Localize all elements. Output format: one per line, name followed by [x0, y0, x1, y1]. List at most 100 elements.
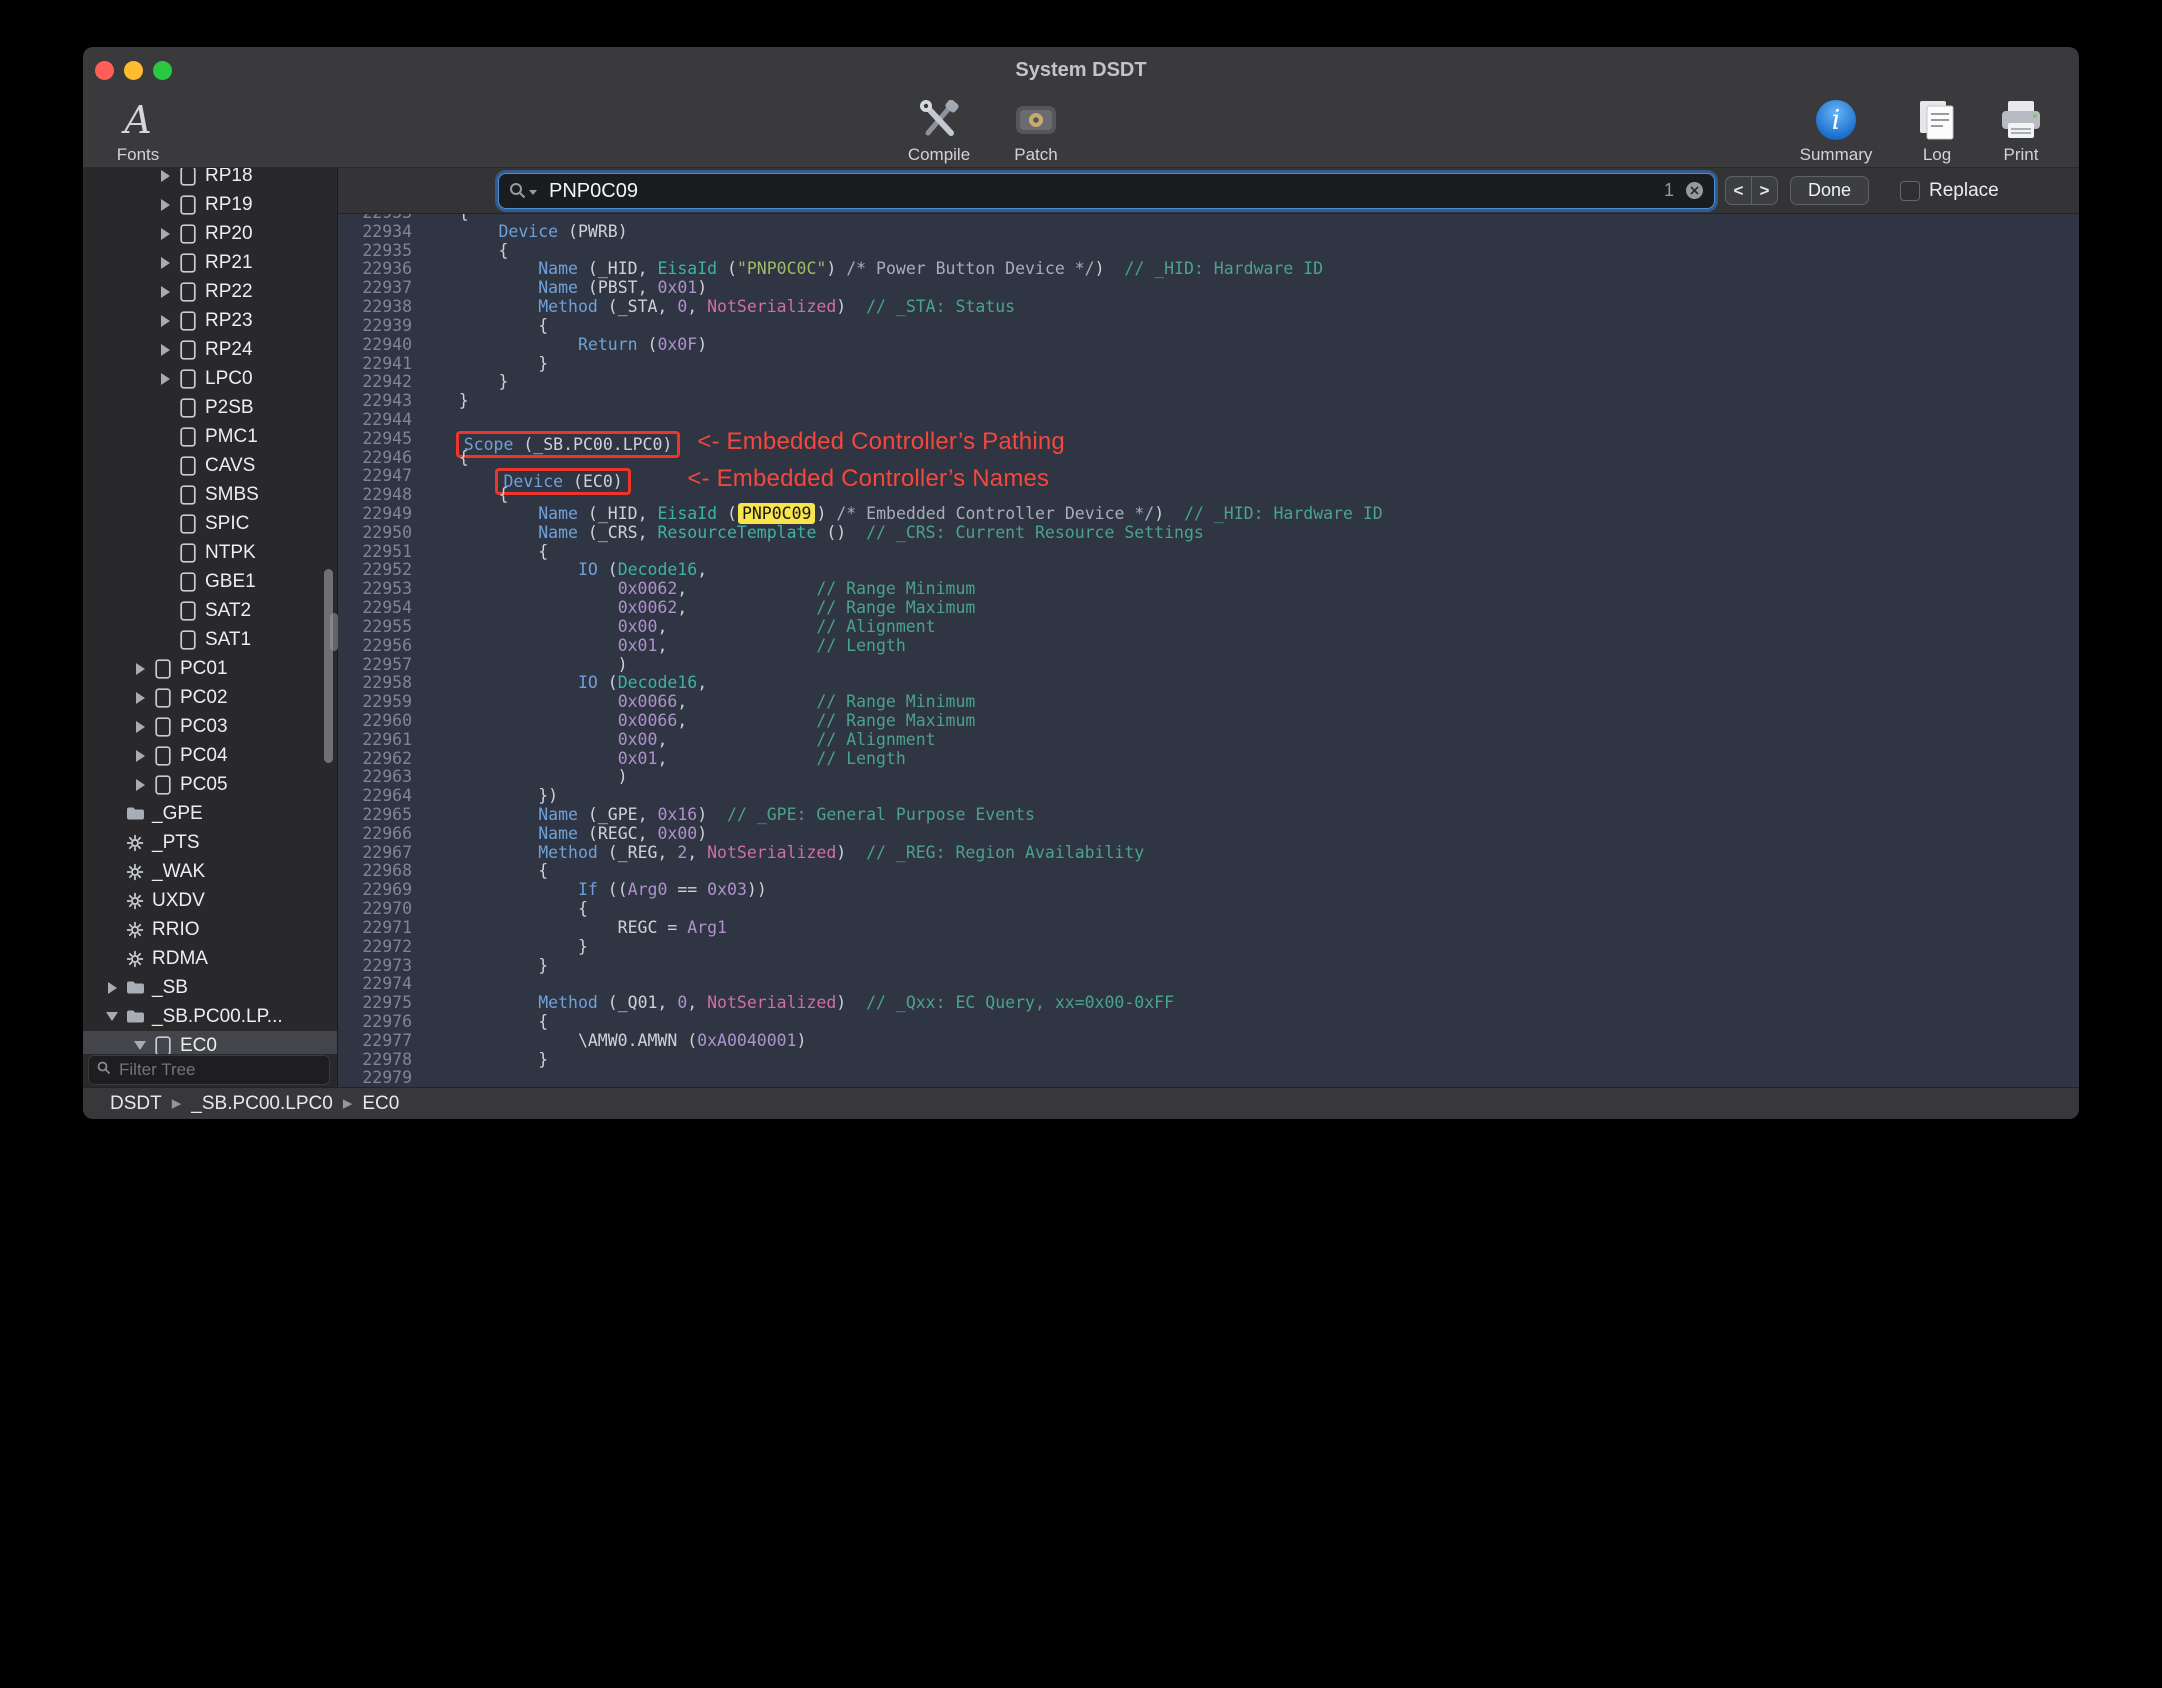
code-line[interactable]: 22975 Method (_Q01, 0, NotSerialized) //… — [338, 993, 2079, 1013]
tree-item-rdma[interactable]: RDMA — [83, 944, 337, 973]
compile-button[interactable]: Compile — [891, 95, 987, 168]
code-line[interactable]: 22950 Name (_CRS, ResourceTemplate () //… — [338, 523, 2079, 543]
breadcrumb-item[interactable]: _SB.PC00.LPC0 — [191, 1093, 333, 1115]
disclosure-triangle-icon[interactable] — [129, 663, 151, 675]
filter-tree-input[interactable] — [117, 1059, 337, 1081]
code-line[interactable]: 22962 0x01, // Length — [338, 749, 2079, 769]
code-line[interactable]: 22955 0x00, // Alignment — [338, 617, 2079, 637]
code-line[interactable]: 22944 — [338, 410, 2079, 430]
tree-item--pts[interactable]: _PTS — [83, 828, 337, 857]
code-line[interactable]: 22935 { — [338, 241, 2079, 261]
tree-item--sb[interactable]: _SB — [83, 973, 337, 1002]
disclosure-triangle-icon[interactable] — [154, 170, 176, 182]
code-line[interactable]: 22937 Name (PBST, 0x01) — [338, 278, 2079, 298]
tree-item--wak[interactable]: _WAK — [83, 857, 337, 886]
tree-item-rp22[interactable]: RP22 — [83, 277, 337, 306]
tree-item--gpe[interactable]: _GPE — [83, 799, 337, 828]
code-line[interactable]: 22970 { — [338, 899, 2079, 919]
disclosure-triangle-icon[interactable] — [154, 344, 176, 356]
sidebar-scrollbar[interactable] — [324, 569, 333, 763]
tree-item-gbe1[interactable]: GBE1 — [83, 567, 337, 596]
tree-item-pc03[interactable]: PC03 — [83, 712, 337, 741]
code-line[interactable]: 22943 } — [338, 391, 2079, 411]
find-previous-button[interactable]: < — [1726, 177, 1751, 204]
tree-item-p2sb[interactable]: P2SB — [83, 393, 337, 422]
tree-item-rp21[interactable]: RP21 — [83, 248, 337, 277]
tree-item-cavs[interactable]: CAVS — [83, 451, 337, 480]
editor-scrollbar[interactable] — [330, 613, 338, 651]
done-button[interactable]: Done — [1790, 176, 1870, 205]
find-input[interactable] — [547, 174, 1630, 208]
code-line[interactable]: 22957 ) — [338, 655, 2079, 675]
summary-button[interactable]: i Summary — [1783, 95, 1889, 168]
code-line[interactable]: 22963 ) — [338, 767, 2079, 787]
disclosure-triangle-icon[interactable] — [154, 199, 176, 211]
disclosure-triangle-icon[interactable] — [129, 750, 151, 762]
tree-item-ntpk[interactable]: NTPK — [83, 538, 337, 567]
tree-item-ec0[interactable]: EC0 — [83, 1031, 337, 1054]
patch-button[interactable]: Patch — [993, 95, 1079, 168]
code-line[interactable]: 22958 IO (Decode16, — [338, 673, 2079, 693]
code-line[interactable]: 22936 Name (_HID, EisaId ("PNP0C0C") /* … — [338, 260, 2079, 279]
tree-item-rp19[interactable]: RP19 — [83, 190, 337, 219]
disclosure-triangle-icon[interactable] — [154, 373, 176, 385]
code-line[interactable]: 22940 Return (0x0F) — [338, 335, 2079, 355]
code-line[interactable]: 22965 Name (_GPE, 0x16) // _GPE: General… — [338, 805, 2079, 825]
code-line[interactable]: 22947 Device (EC0) <- Embedded Controlle… — [338, 467, 2079, 496]
code-line[interactable]: 22951 { — [338, 542, 2079, 562]
tree-item-rp24[interactable]: RP24 — [83, 335, 337, 364]
log-button[interactable]: Log — [1901, 95, 1973, 168]
code-line[interactable]: 22959 0x0066, // Range Minimum — [338, 692, 2079, 712]
tree-item-uxdv[interactable]: UXDV — [83, 886, 337, 915]
code-area[interactable]: 22933 {22934 Device (PWRB)22935 {22936 N… — [338, 214, 2079, 1088]
code-line[interactable]: 22972 } — [338, 937, 2079, 957]
tree-item-rrio[interactable]: RRIO — [83, 915, 337, 944]
breadcrumb-item[interactable]: EC0 — [362, 1093, 399, 1115]
code-line[interactable]: 22954 0x0062, // Range Maximum — [338, 598, 2079, 618]
disclosure-triangle-icon[interactable] — [154, 315, 176, 327]
code-line[interactable]: 22978 } — [338, 1050, 2079, 1070]
tree-item-pmc1[interactable]: PMC1 — [83, 422, 337, 451]
search-field[interactable]: 1 — [498, 173, 1715, 209]
fonts-button[interactable]: A Fonts — [93, 95, 183, 168]
code-line[interactable]: 22968 { — [338, 862, 2079, 881]
code-line[interactable]: 22966 Name (REGC, 0x00) — [338, 824, 2079, 844]
code-line[interactable]: 22964 }) — [338, 786, 2079, 806]
disclosure-triangle-icon[interactable] — [154, 228, 176, 240]
code-line[interactable]: 22979 — [338, 1069, 2079, 1088]
close-button[interactable] — [95, 61, 114, 80]
disclosure-triangle-icon[interactable] — [129, 721, 151, 733]
zoom-button[interactable] — [153, 61, 172, 80]
replace-checkbox[interactable] — [1900, 180, 1920, 201]
code-line[interactable]: 22971 REGC = Arg1 — [338, 918, 2079, 938]
disclosure-triangle-icon[interactable] — [129, 779, 151, 791]
code-line[interactable]: 22953 0x0062, // Range Minimum — [338, 579, 2079, 599]
code-line[interactable]: 22942 } — [338, 372, 2079, 392]
code-line[interactable]: 22956 0x01, // Length — [338, 636, 2079, 656]
disclosure-triangle-icon[interactable] — [154, 286, 176, 298]
code-line[interactable]: 22960 0x0066, // Range Maximum — [338, 711, 2079, 731]
tree-item-pc02[interactable]: PC02 — [83, 683, 337, 712]
tree-item-rp20[interactable]: RP20 — [83, 219, 337, 248]
tree-item-sat2[interactable]: SAT2 — [83, 596, 337, 625]
tree-item-pc01[interactable]: PC01 — [83, 654, 337, 683]
print-button[interactable]: Print — [1977, 95, 2065, 168]
code-line[interactable]: 22977 \AMW0.AMWN (0xA0040001) — [338, 1031, 2079, 1051]
filter-field[interactable] — [88, 1055, 337, 1085]
minimize-button[interactable] — [124, 61, 143, 80]
code-line[interactable]: 22976 { — [338, 1012, 2079, 1032]
tree-item-spic[interactable]: SPIC — [83, 509, 337, 538]
code-line[interactable]: 22973 } — [338, 956, 2079, 976]
code-line[interactable]: 22939 { — [338, 316, 2079, 336]
tree-item-sat1[interactable]: SAT1 — [83, 625, 337, 654]
code-line[interactable]: 22967 Method (_REG, 2, NotSerialized) //… — [338, 843, 2079, 863]
tree-item-rp18[interactable]: RP18 — [83, 168, 337, 190]
disclosure-triangle-icon[interactable] — [129, 692, 151, 704]
breadcrumb-item[interactable]: DSDT — [110, 1093, 162, 1115]
disclosure-triangle-icon[interactable] — [154, 257, 176, 269]
tree-item-lpc0[interactable]: LPC0 — [83, 364, 337, 393]
code-line[interactable]: 22961 0x00, // Alignment — [338, 730, 2079, 750]
tree-item-smbs[interactable]: SMBS — [83, 480, 337, 509]
search-options-caret-icon[interactable] — [529, 190, 537, 195]
disclosure-triangle-icon[interactable] — [101, 982, 123, 994]
